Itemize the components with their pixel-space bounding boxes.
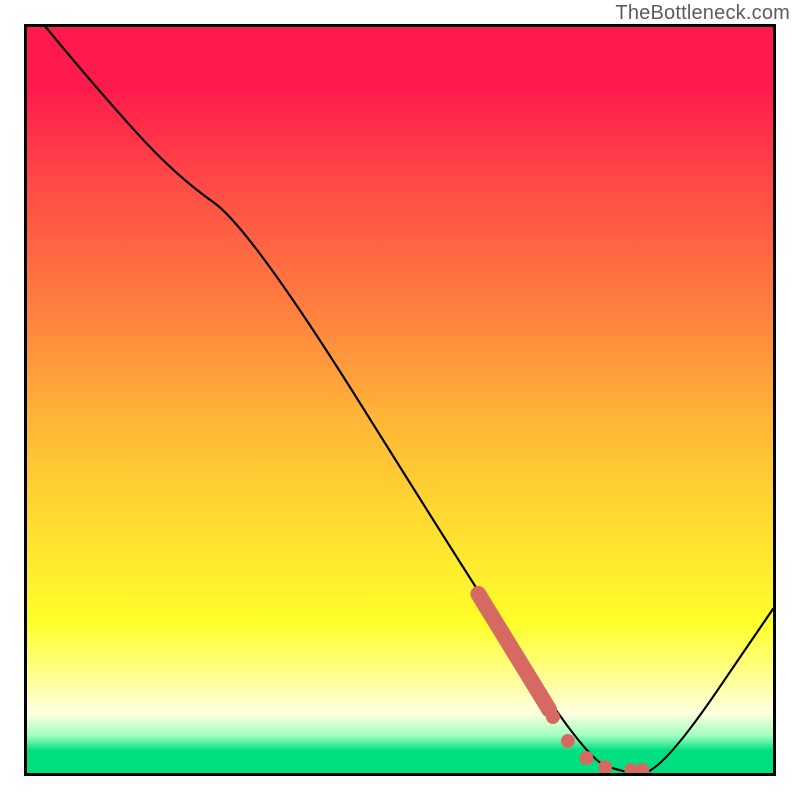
watermark-text: TheBottleneck.com [615,2,790,25]
highlight-dot [580,751,594,765]
plot-area [24,24,776,776]
bottleneck-chart: TheBottleneck.com [0,0,800,800]
highlight-dot [546,710,560,724]
highlight-thick-path [478,594,549,710]
highlight-dot [636,763,650,773]
curve-layer [27,27,773,773]
bottleneck-curve-path [27,27,773,773]
highlight-dot [561,734,575,748]
